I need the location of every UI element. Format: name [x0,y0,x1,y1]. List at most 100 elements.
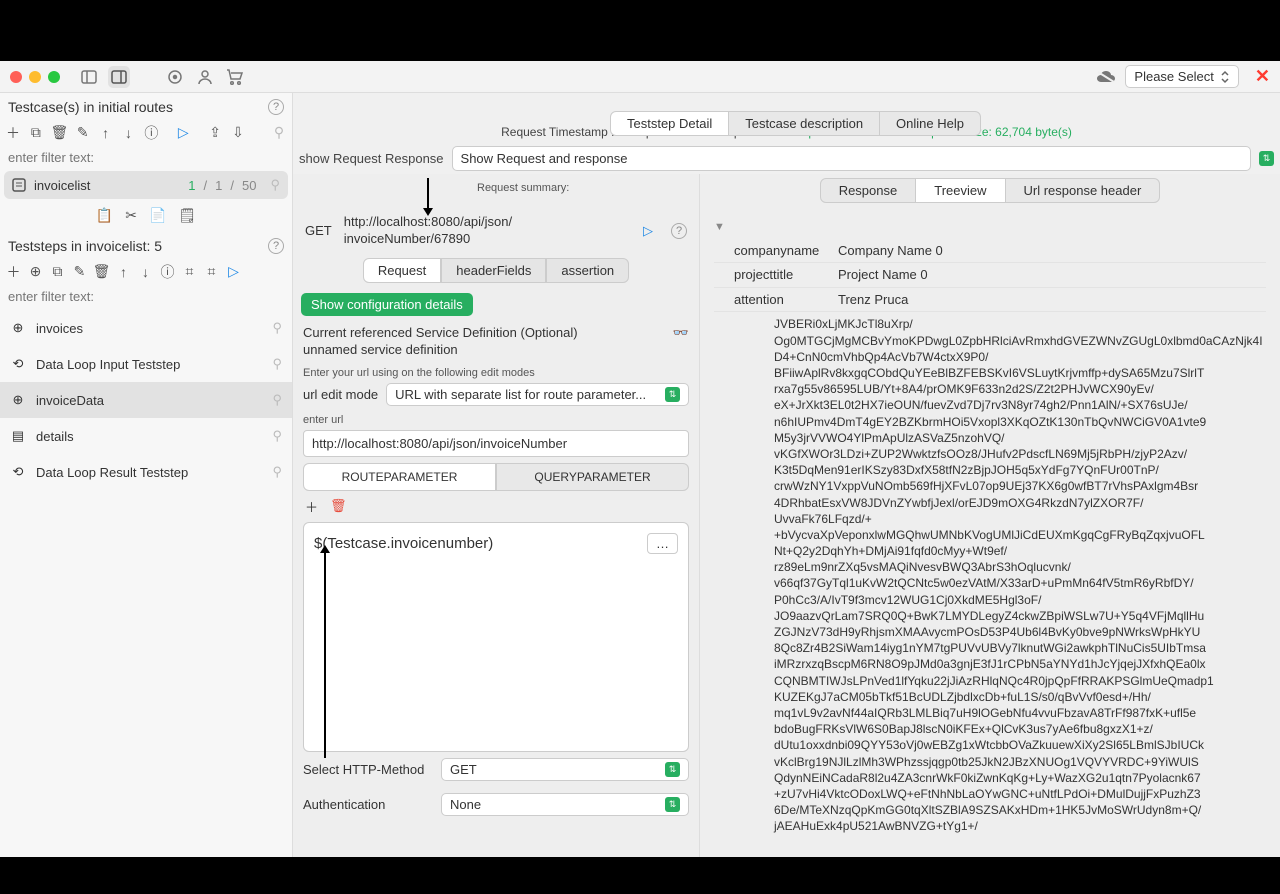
clipboard-paste-icon[interactable]: 📄 [149,207,166,224]
copy-icon[interactable]: ⧉ [50,264,65,279]
step-details[interactable]: ▤ details ⚲ [0,418,292,454]
window-close[interactable] [10,71,22,83]
http-method-label: Select HTTP-Method [303,762,433,777]
auth-label: Authentication [303,797,433,812]
close-x-icon[interactable]: ✕ [1255,66,1270,87]
tree-row[interactable]: companyname Company Name 0 [714,239,1266,264]
cloud-off-icon[interactable] [1095,66,1117,88]
select-chevron-icon[interactable]: ⇅ [1259,151,1274,166]
testcases-heading: Testcase(s) in initial routes [8,99,173,115]
loop-icon: ⟲ [10,464,26,480]
window-zoom[interactable] [48,71,60,83]
trash-icon[interactable]: 🗑 [52,125,67,140]
tab-teststep-detail[interactable]: Teststep Detail [610,111,729,136]
testcase-row[interactable]: invoicelist 1 / 1 / 50 ⚲ [4,171,288,199]
show-req-select[interactable]: Show Request and response [452,146,1251,171]
tag2-icon[interactable]: ⌗ [204,264,219,279]
url-input[interactable]: http://localhost:8080/api/json/invoiceNu… [303,430,689,457]
window-minimize[interactable] [29,71,41,83]
add-icon[interactable]: ＋ [305,497,318,516]
person-icon: ⚲ [272,428,282,444]
service-def-label: 👓 Current referenced Service Definition … [293,322,699,361]
play-icon[interactable]: ▷ [176,125,190,140]
loop-icon: ⟲ [10,356,26,372]
import-icon[interactable]: ⇩ [231,125,245,140]
tab-queryparameter[interactable]: QUERYPARAMETER [496,463,689,491]
url-edit-mode-label: url edit mode [303,387,378,402]
trash-icon[interactable]: 🗑 [330,498,347,514]
globe-icon: ⊕ [10,392,26,408]
tab-response[interactable]: Response [820,178,917,203]
edit-icon[interactable]: ✎ [76,125,90,140]
tab-testcase-description[interactable]: Testcase description [729,111,880,136]
route-param-value[interactable]: $(Testcase.invoicenumber) [314,535,493,552]
person-icon: ⚲ [272,464,282,480]
person-icon: ⚲ [272,392,282,408]
filter-input-2[interactable] [0,283,292,310]
info-icon[interactable]: ⓘ [160,264,175,279]
http-method-select[interactable]: GET ⇅ [441,758,689,781]
sidebar-left-icon[interactable] [78,66,100,88]
tab-treeview[interactable]: Treeview [916,178,1005,203]
subtab-headerfields[interactable]: headerFields [441,258,546,283]
disclosure-icon[interactable]: ▼ [714,221,725,233]
center-tabs: Teststep Detail Testcase description Onl… [610,111,981,136]
binoculars-icon[interactable]: 👓 [673,324,689,342]
globe-icon[interactable]: ⊕ [28,264,43,279]
down-icon[interactable]: ↓ [122,125,136,140]
edit-modes-label: Enter your url using on the following ed… [293,361,699,381]
tree-row[interactable]: attention Trenz Pruca [714,288,1266,313]
step-dataloop-input[interactable]: ⟲ Data Loop Input Teststep ⚲ [0,346,292,382]
edit-icon[interactable]: ✎ [72,264,87,279]
step-invoices[interactable]: ⊕ invoices ⚲ [0,310,292,346]
cart-icon[interactable] [224,66,246,88]
top-select[interactable]: Please Select [1125,65,1239,88]
help-icon[interactable]: ? [268,238,284,254]
info-icon[interactable]: ⓘ [144,125,158,140]
auth-select[interactable]: None ⇅ [441,793,689,816]
add-icon[interactable]: ＋ [6,125,20,140]
show-config-button[interactable]: Show configuration details [301,293,473,316]
help-icon[interactable]: ? [268,99,284,115]
tab-online-help[interactable]: Online Help [880,111,981,136]
step-invoicedata[interactable]: ⊕ invoiceData ⚲ [0,382,292,418]
http-method-badge: GET [305,223,332,238]
ellipsis-button[interactable]: … [647,533,678,554]
subtab-assertion[interactable]: assertion [546,258,629,283]
clipboard-icon[interactable]: 🗒 [178,207,196,224]
up-icon[interactable]: ↑ [99,125,113,140]
help-icon[interactable]: ? [671,223,687,239]
step-dataloop-result[interactable]: ⟲ Data Loop Result Teststep ⚲ [0,454,292,490]
add-icon[interactable]: ＋ [6,264,21,279]
subtab-request[interactable]: Request [363,258,441,283]
person-icon[interactable]: ⚲ [272,125,286,140]
base64-block: JVBERi0xLjMKJcTl8uXrp/ Og0MTGCjMgMCBvYmo… [714,312,1266,834]
filter-input-1[interactable] [0,144,292,171]
show-req-label: show Request Response [299,151,444,166]
sync-icon[interactable] [164,66,186,88]
tab-url-response-header[interactable]: Url response header [1006,178,1161,203]
tag-icon[interactable]: ⌗ [182,264,197,279]
sidebar-right-icon[interactable] [108,66,130,88]
url-edit-mode-select[interactable]: URL with separate list for route paramet… [386,383,689,406]
tree-row[interactable]: projecttitle Project Name 0 [714,263,1266,288]
play-icon[interactable]: ▷ [226,264,241,279]
trash-icon[interactable]: 🗑 [94,264,109,279]
titlebar: Please Select ✕ [0,61,1280,93]
clipboard-copy-icon[interactable]: 📋 [96,207,113,224]
top-select-label: Please Select [1134,69,1214,84]
play-icon[interactable]: ▷ [643,223,653,239]
copy-icon[interactable]: ⧉ [29,125,43,140]
person-icon: ⚲ [272,356,282,372]
export-icon[interactable]: ⇪ [208,125,222,140]
testcase-passed: 1 [188,178,195,193]
response-panel: Response Treeview Url response header ▼ … [700,174,1280,894]
tab-routeparameter[interactable]: ROUTEPARAMETER [303,463,496,491]
request-url: http://localhost:8080/api/json/invoiceNu… [344,214,631,248]
down-icon[interactable]: ↓ [138,264,153,279]
globe-icon: ⊕ [10,320,26,336]
cut-icon[interactable]: ✂ [125,207,137,224]
up-icon[interactable]: ↑ [116,264,131,279]
param-box: $(Testcase.invoicenumber) … [303,522,689,752]
user-icon[interactable] [194,66,216,88]
